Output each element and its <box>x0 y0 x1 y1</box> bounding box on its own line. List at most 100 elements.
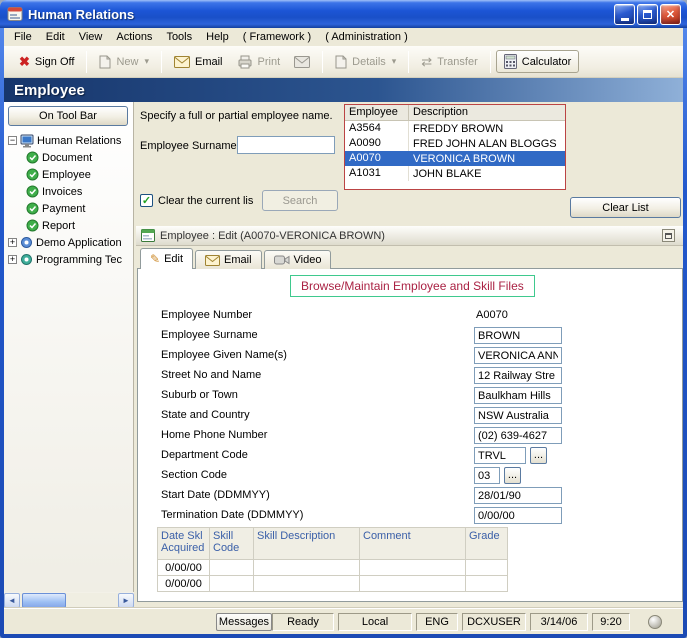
status-language: ENG <box>416 613 458 631</box>
table-row[interactable]: A0090 FRED JOHN ALAN BLOGGS <box>345 136 565 151</box>
detail-tabs: ✎ Edit Email Video <box>140 248 333 269</box>
chevron-down-icon: ▾ <box>392 56 397 67</box>
clear-list-checkbox-label: Clear the current lis <box>158 195 253 207</box>
section-lookup-button[interactable]: ... <box>504 467 521 484</box>
surname-field[interactable] <box>474 327 562 344</box>
scrollbar-thumb[interactable] <box>22 593 66 608</box>
calculator-icon <box>504 54 517 69</box>
sign-off-button[interactable]: ✖ Sign Off <box>12 51 81 73</box>
minimize-button[interactable] <box>614 4 635 25</box>
clear-list-button[interactable]: Clear List <box>570 197 681 218</box>
table-row-selected[interactable]: A0070 VERONICA BROWN <box>345 151 565 166</box>
form-icon <box>141 229 155 242</box>
sidebar-horizontal-scrollbar[interactable]: ◄ ► <box>4 592 134 608</box>
detail-header-text: Employee : Edit (A0070-VERONICA BROWN) <box>160 230 385 242</box>
tree-node-payment[interactable]: Payment <box>4 200 134 217</box>
green-node-icon <box>26 219 39 232</box>
scrollbar-track[interactable] <box>20 593 118 608</box>
field-row-given-names: Employee Given Name(s) <box>161 347 676 367</box>
transfer-button[interactable]: ⇄ Transfer <box>414 51 484 73</box>
menu-edit[interactable]: Edit <box>39 29 72 45</box>
surname-input[interactable] <box>237 136 335 154</box>
given-names-field[interactable] <box>474 347 562 364</box>
on-tool-bar-button[interactable]: On Tool Bar <box>8 106 128 126</box>
tab-video[interactable]: Video <box>264 250 332 269</box>
state-country-field[interactable] <box>474 407 562 424</box>
tab-edit[interactable]: ✎ Edit <box>140 248 193 269</box>
tree-node-demo-application[interactable]: + Demo Application <box>4 234 134 251</box>
expand-icon[interactable]: + <box>8 255 17 264</box>
print-button[interactable]: Print <box>230 52 288 72</box>
sign-off-icon: ✖ <box>19 54 30 70</box>
menu-actions[interactable]: Actions <box>109 29 159 45</box>
suburb-field[interactable] <box>474 387 562 404</box>
calculator-button[interactable]: Calculator <box>496 50 580 73</box>
tree-node-programming[interactable]: + Programming Tec <box>4 251 134 268</box>
skills-cell[interactable] <box>360 560 466 576</box>
menu-view[interactable]: View <box>72 29 110 45</box>
section-code-field[interactable] <box>474 467 500 484</box>
table-row[interactable]: A3564 FREDDY BROWN <box>345 121 565 136</box>
field-row-employee-number: Employee Number A0070 <box>161 307 676 327</box>
status-date: 3/14/06 <box>530 613 588 631</box>
start-date-field[interactable] <box>474 487 562 504</box>
menu-help[interactable]: Help <box>199 29 236 45</box>
menu-file[interactable]: File <box>7 29 39 45</box>
termination-date-field[interactable] <box>474 507 562 524</box>
toolbar: ✖ Sign Off New ▾ Email Print <box>4 46 683 78</box>
skills-row[interactable]: 0/00/00 <box>158 576 508 592</box>
messages-button[interactable]: Messages <box>216 613 272 631</box>
green-node-icon <box>26 168 39 181</box>
tree-node-human-relations[interactable]: − Human Relations <box>4 132 134 149</box>
column-header-employee[interactable]: Employee <box>345 105 409 120</box>
expand-icon[interactable]: + <box>8 238 17 247</box>
home-phone-field[interactable] <box>474 427 562 444</box>
skills-cell[interactable] <box>254 576 360 592</box>
clear-list-checkbox[interactable]: ✓ <box>140 194 153 207</box>
menu-administration[interactable]: ( Administration ) <box>318 29 415 45</box>
table-row[interactable]: A1031 JOHN BLAKE <box>345 166 565 181</box>
skills-cell[interactable] <box>360 576 466 592</box>
skills-cell[interactable] <box>466 560 508 576</box>
send-email-button[interactable] <box>287 53 317 71</box>
street-field[interactable] <box>474 367 562 384</box>
page-title: Employee <box>4 82 85 99</box>
column-header-description[interactable]: Description <box>409 105 565 120</box>
details-button[interactable]: Details ▾ <box>328 52 403 72</box>
maximize-button[interactable] <box>637 4 658 25</box>
status-indicator-icon <box>648 615 662 629</box>
department-lookup-button[interactable]: ... <box>530 447 547 464</box>
tree-node-invoices[interactable]: Invoices <box>4 183 134 200</box>
toolbar-separator <box>161 51 162 73</box>
scroll-left-icon[interactable]: ◄ <box>4 593 20 608</box>
new-button[interactable]: New ▾ <box>92 52 156 72</box>
skills-cell[interactable] <box>210 576 254 592</box>
skills-cell[interactable] <box>210 560 254 576</box>
skills-cell[interactable] <box>466 576 508 592</box>
skills-cell-date[interactable]: 0/00/00 <box>158 576 210 592</box>
menu-framework[interactable]: ( Framework ) <box>236 29 318 45</box>
skills-cell-date[interactable]: 0/00/00 <box>158 560 210 576</box>
toolbar-separator <box>490 51 491 73</box>
title-bar[interactable]: Human Relations ✕ <box>0 0 687 28</box>
email-button[interactable]: Email <box>167 53 230 71</box>
field-row-start-date: Start Date (DDMMYY) <box>161 487 676 507</box>
panel-maximize-button[interactable] <box>662 229 675 242</box>
close-button[interactable]: ✕ <box>660 4 681 25</box>
skills-col-code: Skill Code <box>210 528 254 560</box>
skills-table: Date Skl Acquired Skill Code Skill Descr… <box>157 527 508 592</box>
window-body: File Edit View Actions Tools Help ( Fram… <box>4 28 683 634</box>
app-icon <box>7 6 23 22</box>
tab-email[interactable]: Email <box>195 250 262 269</box>
department-code-field[interactable] <box>474 447 526 464</box>
search-button[interactable]: Search <box>262 190 338 211</box>
menu-tools[interactable]: Tools <box>159 29 199 45</box>
tree-node-employee[interactable]: Employee <box>4 166 134 183</box>
scroll-right-icon[interactable]: ► <box>118 593 134 608</box>
collapse-icon[interactable]: − <box>8 136 17 145</box>
tree-node-document[interactable]: Document <box>4 149 134 166</box>
skills-row[interactable]: 0/00/00 <box>158 560 508 576</box>
tree-node-report[interactable]: Report <box>4 217 134 234</box>
green-node-icon <box>26 151 39 164</box>
skills-cell[interactable] <box>254 560 360 576</box>
